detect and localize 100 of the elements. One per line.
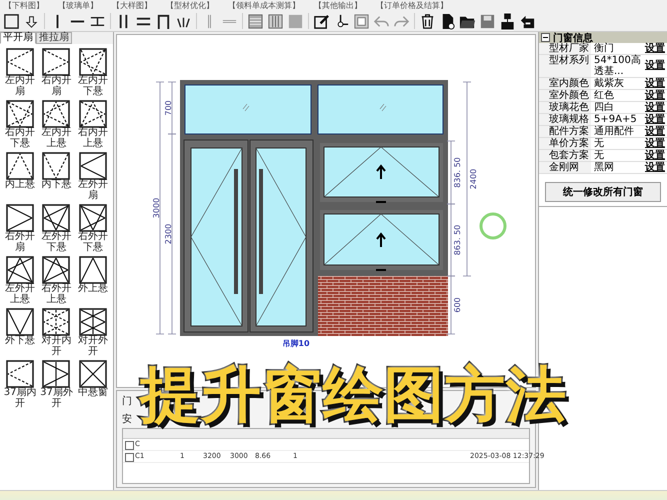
order-field-label: 门 [122,394,133,408]
sash-type-icon[interactable] [42,256,70,284]
sash-type-icon[interactable] [78,100,107,128]
sash-type-icon[interactable] [42,152,70,180]
property-value: 四白 [593,102,615,113]
sash-type-icon[interactable] [78,360,107,388]
property-value: 5+9A+5 [593,114,638,125]
property-name: 玻璃花色 [539,102,591,113]
menu-item[interactable]: 【型材优化】 [166,0,214,11]
dimension-line [446,276,456,334]
sash-type-label: 左外开扇 [76,180,109,201]
property-value: 戴紫灰 [593,78,625,89]
sash-type-icon[interactable] [42,100,70,128]
property-name: 型材厂家 [539,43,591,54]
dimension-label: 836. 50 [453,157,462,188]
sash-type-icon[interactable] [78,48,107,76]
sash-type-icon[interactable] [42,48,70,76]
property-group-header[interactable]: 门窗信息 [539,32,667,43]
vertical-panel-icon[interactable] [267,12,284,30]
property-group-title: 门窗信息 [553,31,593,44]
sash-type-icon[interactable] [78,152,107,180]
menu-item[interactable]: 【下料图】 [4,0,44,11]
property-value: 通用配件 [593,126,635,137]
horizontal-panel-icon[interactable] [247,12,264,30]
order-field-label: 安 [122,412,133,426]
sash-type-label: 对开内开 [40,336,72,357]
sash-type-label: 左外开下悬 [40,232,72,253]
sash-type-label: 右外开上悬 [40,284,72,305]
property-name: 配件方案 [539,126,591,137]
export-icon[interactable] [499,12,516,30]
sash-type-label: 左外开上悬 [4,284,36,305]
set-button[interactable]: 设置 [643,114,667,125]
sash-type-icon[interactable] [42,308,70,336]
drawing-caption: 吊脚10 [282,339,310,348]
set-button[interactable]: 设置 [643,78,667,89]
set-button[interactable]: 设置 [643,90,667,101]
save-icon[interactable] [479,12,496,30]
property-value: 54*100高透基... [593,55,642,77]
property-name: 金刚网 [539,162,591,173]
sash-type-icon[interactable] [6,308,34,336]
menu-item[interactable]: 【其他输出】 [314,0,362,11]
dimension-label: 2400 [469,168,478,190]
dimension-label: 3000 [152,198,161,218]
set-button[interactable]: 设置 [643,126,667,137]
property-name: 型材系列 [539,55,591,77]
menu-item[interactable]: 【领料单成本测算】 [228,0,300,11]
menu-item[interactable]: 【大样图】 [112,0,152,11]
dimension-line [446,140,456,204]
menu-item[interactable]: 【订单价格及结算】 [376,0,448,11]
rectangle-icon[interactable] [3,12,20,30]
overlay-title: 提升窗绘图方法 [140,362,567,428]
set-button[interactable]: 设置 [643,162,667,173]
sash-type-icon[interactable] [6,360,34,388]
set-button[interactable]: 设置 [643,43,667,54]
panel-tab[interactable]: 平开扇 [0,32,36,44]
menu-item[interactable]: 【玻璃单】 [58,0,98,11]
property-value: 红色 [593,90,615,101]
sash-type-label: 左内开上悬 [40,128,72,149]
property-value: 衡门 [593,43,615,54]
sash-type-label: 右外开扇 [4,232,36,253]
sash-type-label: 37扇外开 [39,388,74,409]
sash-type-icon[interactable] [78,256,107,284]
sash-type-icon[interactable] [6,256,34,284]
sash-type-icon[interactable] [78,204,107,232]
set-button[interactable]: 设置 [643,150,667,161]
apply-all-button[interactable]: 统一修改所有门窗 [545,182,661,202]
dimension-label: 700 [164,100,173,116]
cursor-ring-icon [480,212,506,240]
property-value: 黑网 [593,162,615,173]
set-button[interactable]: 设置 [643,138,667,149]
edit-icon[interactable] [313,12,330,30]
property-value: 无 [593,150,605,161]
row-checkbox[interactable] [125,453,134,462]
sash-type-icon[interactable] [78,308,107,336]
frame-square-icon[interactable] [353,12,370,30]
sash-type-icon[interactable] [42,204,70,232]
sash-type-label: 37扇内开 [2,388,38,409]
dimension-label: 600 [453,297,462,313]
sash-type-icon[interactable] [6,100,34,128]
sash-type-label: 右内开下悬 [4,128,36,149]
trash-icon[interactable] [419,12,436,30]
property-name: 室内颜色 [539,78,591,89]
dimension-label: 2300 [164,224,173,244]
sash-type-label: 右内开上悬 [76,128,109,149]
property-name: 玻璃规格 [539,114,591,125]
sash-type-label: 左内开下悬 [76,76,109,97]
row-checkbox[interactable] [125,441,134,450]
collapse-icon[interactable] [541,33,550,42]
sash-type-icon[interactable] [6,48,34,76]
property-name: 单价方案 [539,138,591,149]
sash-type-label: 左内开扇 [4,76,36,97]
sash-type-label: 右外开下悬 [76,232,109,253]
set-button[interactable]: 设置 [643,55,667,77]
set-button[interactable]: 设置 [643,102,667,113]
panel-tab[interactable]: 推拉扇 [36,32,72,44]
sash-type-icon[interactable] [6,152,34,180]
sash-type-icon[interactable] [6,204,34,232]
sash-type-label: 右内开扇 [40,76,72,97]
sash-type-icon[interactable] [42,360,70,388]
door-frame-icon[interactable] [155,12,172,30]
